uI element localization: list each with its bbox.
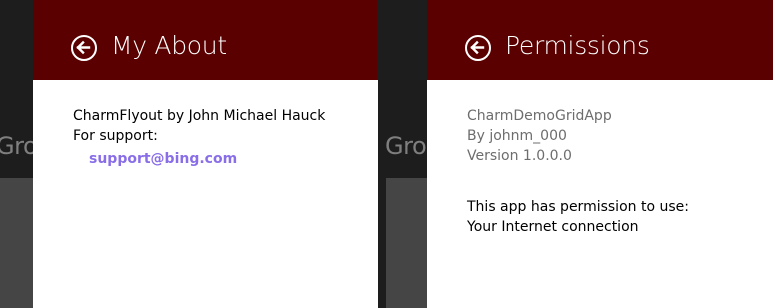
permissions-flyout: Permissions CharmDemoGridApp By johnm_00… [427, 0, 773, 308]
support-email-link[interactable]: support@bing.com [89, 151, 237, 167]
about-flyout-title: My About [111, 31, 227, 60]
permissions-flyout-content: CharmDemoGridApp By johnm_000 Version 1.… [467, 106, 763, 237]
background-app-right: Gro [378, 0, 427, 308]
background-tile-left [0, 178, 33, 308]
background-tile-right [386, 178, 427, 308]
background-title-fragment-right: Gro [385, 132, 427, 160]
about-flyout-content: CharmFlyout by John Michael Hauck For su… [73, 106, 368, 167]
back-arrow-circle-icon[interactable] [465, 35, 491, 61]
app-version: Version 1.0.0.0 [467, 148, 572, 164]
permissions-flyout-header: Permissions [427, 0, 773, 80]
background-app-left: Gro [0, 0, 33, 308]
back-arrow-circle-icon[interactable] [71, 35, 97, 61]
permission-heading: This app has permission to use: [467, 199, 689, 215]
permissions-flyout-title: Permissions [505, 31, 650, 60]
background-title-fragment-left: Gro [0, 132, 33, 160]
author-line: CharmFlyout by John Michael Hauck [73, 108, 326, 124]
support-label: For support: [73, 128, 158, 144]
app-name: CharmDemoGridApp [467, 108, 612, 124]
publisher: By johnm_000 [467, 128, 567, 144]
permission-item: Your Internet connection [467, 219, 639, 235]
about-flyout-header: My About [33, 0, 378, 80]
about-flyout: My About CharmFlyout by John Michael Hau… [33, 0, 378, 308]
